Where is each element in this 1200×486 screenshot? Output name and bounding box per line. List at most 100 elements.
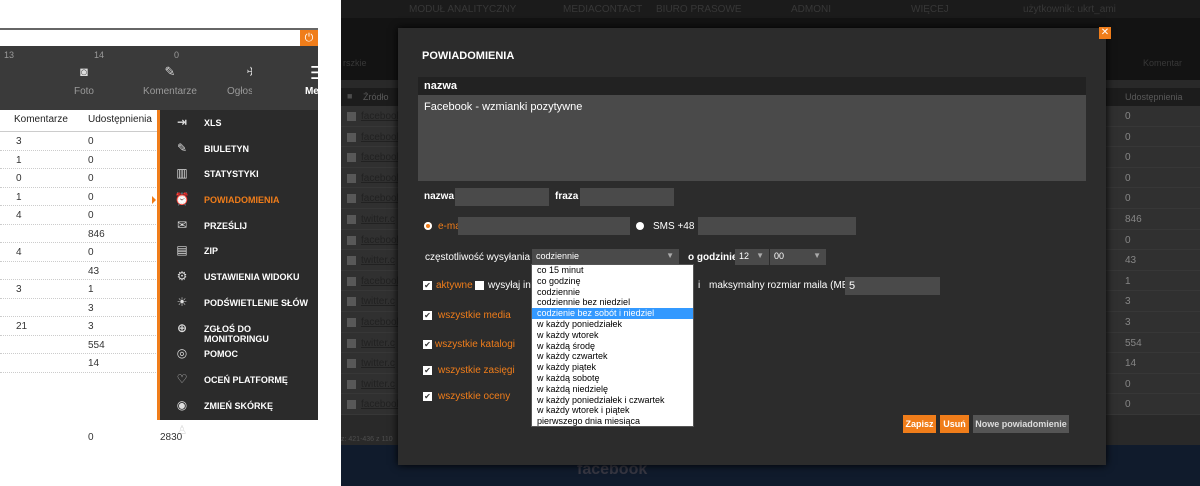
- menu-item-powiadomienia[interactable]: ⏰ POWIADOMIENIA: [152, 187, 318, 213]
- all-reach-checkbox[interactable]: ✔: [423, 366, 432, 375]
- table-row[interactable]: 10: [0, 151, 160, 169]
- col-komentarze[interactable]: Komentarze: [14, 114, 68, 125]
- fraza-input[interactable]: [580, 188, 674, 206]
- all-media-checkbox[interactable]: ✔: [423, 311, 432, 320]
- frequency-option[interactable]: codzienie bez sobót i niedziel: [532, 308, 693, 319]
- plus-circle-icon: ⊕: [176, 320, 188, 335]
- hamburger-icon: ☰: [309, 63, 318, 83]
- menu-item-statystyki[interactable]: ▥ STATYSTYKI: [160, 161, 318, 187]
- all-ratings-checkbox[interactable]: ✔: [423, 392, 432, 401]
- cell-udostepnienia: 3: [88, 321, 94, 332]
- max-size-input[interactable]: 5: [845, 277, 940, 295]
- table-row[interactable]: 846: [0, 225, 160, 243]
- name-section-label: nazwa: [424, 80, 458, 92]
- frequency-option[interactable]: w każdą sobotę: [532, 373, 693, 384]
- all-reach-label[interactable]: wszystkie zasięgi: [438, 365, 515, 376]
- all-ratings-label[interactable]: wszystkie oceny: [438, 391, 510, 402]
- name-textarea[interactable]: Facebook - wzmianki pozytywne: [418, 95, 1086, 181]
- sms-input[interactable]: [698, 217, 856, 235]
- menu-item-podświetlenie-słów[interactable]: ☀ PODŚWIETLENIE SŁÓW: [160, 290, 318, 316]
- nazwa-input[interactable]: [455, 188, 549, 206]
- minute-value: 00: [774, 251, 785, 261]
- all-media-label[interactable]: wszystkie media: [438, 310, 511, 321]
- cell-udostepnienia: 0: [88, 191, 94, 203]
- table-row[interactable]: 40: [0, 243, 160, 262]
- menu-item-xls[interactable]: ⇥ XLS: [160, 110, 318, 136]
- new-notification-button[interactable]: Nowe powiadomienie: [973, 415, 1069, 433]
- table-row[interactable]: 554: [0, 336, 160, 354]
- menu-item-zgłoś-do-monitoringu[interactable]: ⊕ ZGŁOŚ DO MONITORINGU: [160, 316, 318, 344]
- table-row[interactable]: 3: [0, 299, 160, 317]
- table-row[interactable]: 21 3: [0, 317, 160, 336]
- table-row[interactable]: 30: [0, 132, 160, 151]
- table-row[interactable]: 31: [0, 280, 160, 299]
- sms-radio[interactable]: [636, 222, 644, 230]
- menu-item-pomoc[interactable]: ◎ POMOC: [160, 341, 318, 367]
- alarm-icon: ⏰: [174, 192, 190, 207]
- menu-item-label: STATYSTYKI: [204, 169, 259, 180]
- frequency-option[interactable]: codziennie bez niedziel: [532, 297, 693, 308]
- cell-komentarze: 21: [16, 321, 28, 332]
- menu-item-label: USTAWIENIA WIDOKU: [204, 272, 300, 283]
- menu-item-oceń-platformę[interactable]: ♡ OCEŃ PLATFORMĘ: [160, 367, 318, 393]
- all-catalogs-label[interactable]: wszystkie katalogi: [435, 339, 515, 350]
- frequency-dropdown-list: co 15 minut co godzinę codziennie codzienni…: [531, 264, 694, 427]
- menu-button[interactable]: ☰ Menu: [252, 46, 318, 110]
- active-checkbox[interactable]: ✔: [423, 281, 432, 290]
- frequency-option[interactable]: co 15 minut: [532, 265, 693, 276]
- sms-label: SMS +48: [653, 221, 695, 232]
- ogloszenia-count: 0: [174, 50, 180, 60]
- minute-select[interactable]: 00 ▼: [770, 249, 826, 265]
- max-size-label: maksymalny rozmiar maila (MB): [709, 280, 852, 291]
- totals-row: 0 2830: [0, 432, 318, 445]
- email-radio[interactable]: [424, 222, 432, 230]
- menu-item-zip[interactable]: ▤ ZIP: [160, 238, 318, 264]
- delete-button[interactable]: Usuń: [940, 415, 969, 433]
- power-icon[interactable]: ⏻: [300, 30, 318, 46]
- frequency-select[interactable]: codziennie ▼: [532, 249, 679, 265]
- export-icon: ⇥: [176, 115, 188, 129]
- table-row[interactable]: 10: [0, 188, 160, 206]
- frequency-option[interactable]: w każdy wtorek i piątek: [532, 405, 693, 416]
- komentarze-count: 14: [94, 50, 105, 60]
- menu-item-prześlij[interactable]: ✉ PRZEŚLIJ: [160, 213, 318, 239]
- table-row[interactable]: 14: [0, 354, 160, 373]
- menu-item-biuletyn[interactable]: ✎ BIULETYN: [160, 136, 318, 162]
- menu-item-ustawienia-widoku[interactable]: ⚙ USTAWIENIA WIDOKU: [160, 264, 318, 290]
- cell-udostepnienia: 554: [88, 339, 105, 351]
- header-item-komentarze[interactable]: 14 ✎ Komentarze: [90, 46, 197, 110]
- menu-item-label: POWIADOMIENIA: [204, 195, 280, 206]
- left-topbar: [0, 0, 318, 30]
- menu-item-zmień-skórkę[interactable]: ◉ ZMIEŃ SKÓRKĘ: [160, 393, 318, 419]
- chevron-down-icon: ▼: [756, 251, 764, 260]
- close-icon[interactable]: ✕: [1099, 27, 1111, 39]
- menu-label: Menu: [304, 86, 318, 97]
- table-row[interactable]: 40: [0, 206, 160, 225]
- email-input[interactable]: [458, 217, 630, 235]
- header-item-foto[interactable]: 13 ◙ Foto: [0, 46, 94, 110]
- frequency-option[interactable]: w każdy poniedziałek: [532, 319, 693, 330]
- help-icon: ◎: [176, 346, 188, 361]
- frequency-option[interactable]: w każdą środę: [532, 341, 693, 352]
- table-row[interactable]: 00: [0, 169, 160, 188]
- frequency-option[interactable]: w każdy wtorek: [532, 330, 693, 341]
- frequency-option[interactable]: w każdy czwartek: [532, 351, 693, 362]
- menu-item-label: ZIP: [204, 246, 219, 257]
- frequency-option[interactable]: co godzinę: [532, 276, 693, 287]
- hour-label: o godzinie: [688, 252, 738, 263]
- cell-komentarze: 1: [16, 154, 22, 166]
- hour-select[interactable]: 12 ▼: [735, 249, 769, 265]
- col-udostepnienia[interactable]: Udostępnienia: [88, 114, 152, 125]
- frequency-option[interactable]: w każdy poniedziałek i czwartek: [532, 395, 693, 406]
- frequency-value: codziennie: [536, 251, 580, 261]
- cell-udostepnienia: 43: [88, 265, 100, 277]
- send-checkbox[interactable]: [475, 281, 484, 290]
- frequency-option[interactable]: w każdą niedzielę: [532, 384, 693, 395]
- header-item-ogloszenia[interactable]: 0 ✈ Ogłoszenia: [170, 46, 277, 110]
- table-row[interactable]: 43: [0, 262, 160, 280]
- frequency-option[interactable]: w każdy piątek: [532, 362, 693, 373]
- save-button[interactable]: Zapisz: [903, 415, 936, 433]
- frequency-option[interactable]: pierwszego dnia miesiąca: [532, 416, 693, 427]
- frequency-option[interactable]: codziennie: [532, 287, 693, 298]
- all-catalogs-checkbox[interactable]: ✔: [423, 340, 432, 349]
